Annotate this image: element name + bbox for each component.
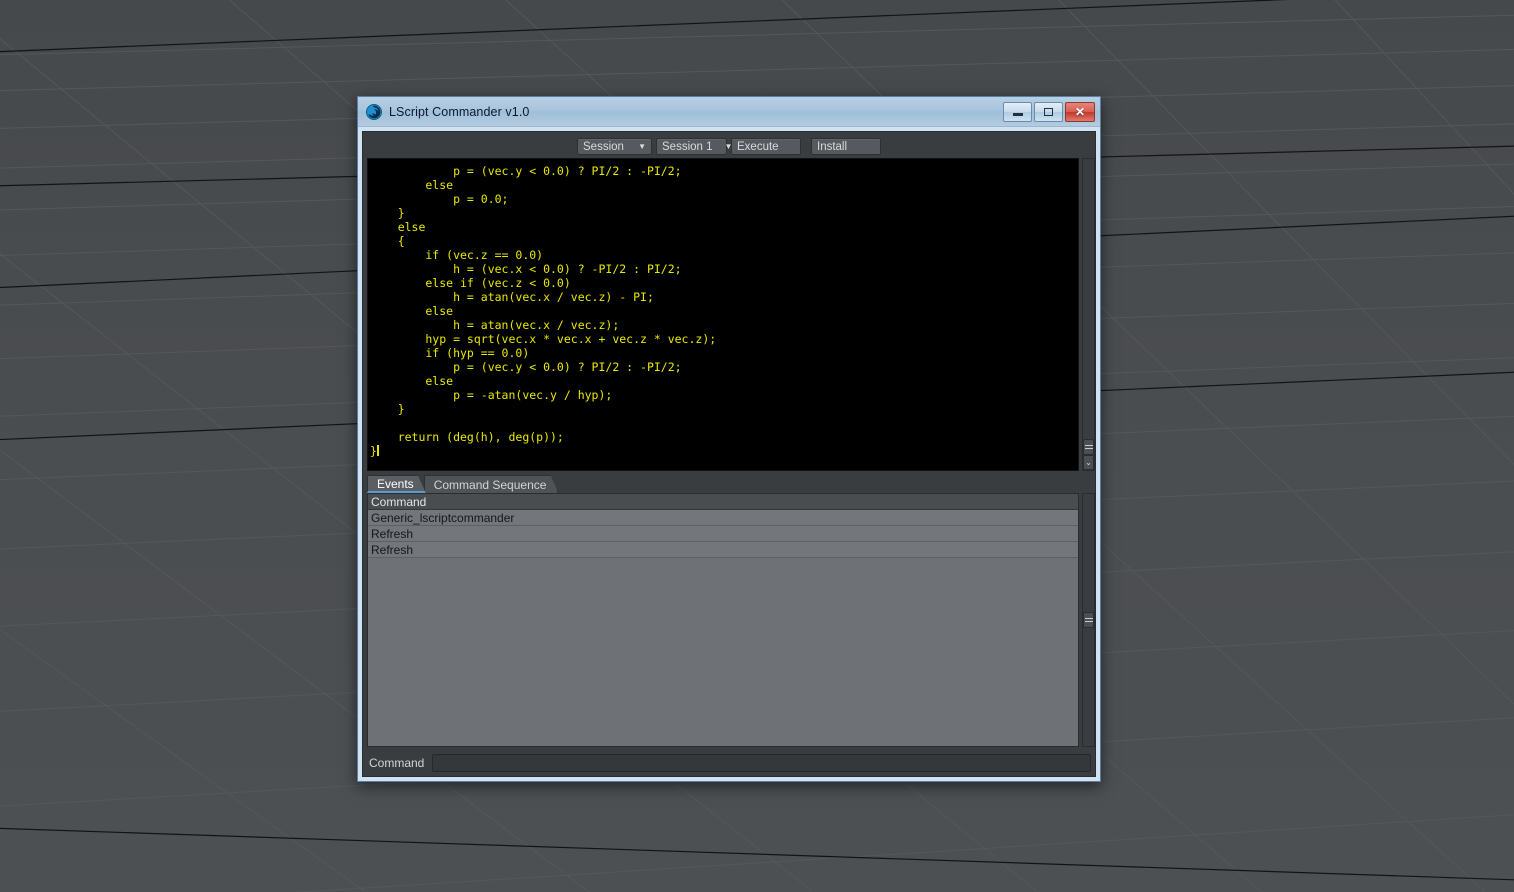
command-bar: Command bbox=[363, 750, 1095, 776]
command-input[interactable] bbox=[432, 754, 1091, 772]
window-client-area: Session ▼ Session 1 ▼ Execute Install p … bbox=[362, 131, 1096, 777]
code-scrollbar-track[interactable] bbox=[1083, 159, 1094, 455]
cell-command: Generic_lscriptcommander bbox=[371, 510, 515, 525]
grip-line-1 bbox=[1084, 445, 1093, 446]
column-header-command: Command bbox=[371, 494, 427, 509]
code-scrollbar-thumb[interactable] bbox=[1083, 439, 1094, 455]
chevron-down-icon-3: ⌄ bbox=[1085, 457, 1092, 467]
window-title: LScript Commander v1.0 bbox=[389, 104, 530, 119]
execute-button[interactable]: Execute bbox=[731, 138, 801, 155]
tab-events-label: Events bbox=[377, 476, 414, 491]
window-controls: ✕ bbox=[1003, 101, 1097, 122]
code-text: p = (vec.y < 0.0) ? PI/2 : -PI/2; else p… bbox=[370, 164, 717, 458]
cell-command: Refresh bbox=[371, 542, 414, 557]
cell-command: Refresh bbox=[371, 526, 414, 541]
grip-line-2 bbox=[1084, 621, 1093, 622]
session-type-value: Session bbox=[583, 140, 624, 153]
install-button[interactable]: Install bbox=[811, 138, 881, 155]
events-scrollbar-track[interactable] bbox=[1083, 494, 1094, 746]
code-scroll-down-button[interactable]: ⌄ bbox=[1083, 455, 1094, 470]
events-scrollbar-thumb[interactable] bbox=[1083, 612, 1094, 628]
code-editor-region: p = (vec.y < 0.0) ? PI/2 : -PI/2; else p… bbox=[363, 158, 1095, 471]
install-label: Install bbox=[817, 140, 848, 153]
grip-line-1 bbox=[1084, 618, 1093, 619]
events-list[interactable]: Command Generic_lscriptcommander Refresh… bbox=[367, 493, 1079, 747]
chevron-down-icon: ▼ bbox=[638, 141, 646, 151]
minimize-button[interactable] bbox=[1003, 101, 1032, 122]
grip-line-2 bbox=[1084, 448, 1093, 449]
list-empty-area bbox=[368, 558, 1078, 746]
maximize-button[interactable] bbox=[1034, 101, 1063, 122]
events-list-region: Command Generic_lscriptcommander Refresh… bbox=[367, 493, 1095, 747]
table-row[interactable]: Generic_lscriptcommander bbox=[368, 510, 1078, 526]
toolbar: Session ▼ Session 1 ▼ Execute Install bbox=[363, 132, 1095, 158]
tab-command-sequence[interactable]: Command Sequence bbox=[424, 475, 559, 493]
lscript-commander-window[interactable]: LScript Commander v1.0 ✕ Session ▼ Sessi… bbox=[357, 96, 1101, 782]
list-column-header: Command bbox=[368, 494, 1078, 510]
close-button[interactable]: ✕ bbox=[1065, 101, 1095, 122]
chevron-down-icon-2: ▼ bbox=[724, 141, 733, 151]
code-vertical-scrollbar[interactable]: ⌄ bbox=[1082, 158, 1095, 471]
close-icon: ✕ bbox=[1074, 104, 1086, 119]
session-number-value: Session 1 bbox=[662, 140, 713, 153]
tab-command-sequence-label: Command Sequence bbox=[433, 477, 547, 492]
text-cursor bbox=[376, 445, 379, 456]
table-row[interactable]: Refresh bbox=[368, 526, 1078, 542]
command-label: Command bbox=[369, 756, 425, 770]
minimize-icon bbox=[1012, 113, 1023, 116]
maximize-icon bbox=[1044, 107, 1053, 116]
table-row[interactable]: Refresh bbox=[368, 542, 1078, 558]
events-vertical-scrollbar[interactable] bbox=[1082, 493, 1095, 747]
session-type-dropdown[interactable]: Session ▼ bbox=[577, 138, 652, 155]
tab-bar: Events Command Sequence bbox=[363, 474, 1095, 493]
lightwave-spiral-icon bbox=[366, 103, 382, 120]
session-number-dropdown[interactable]: Session 1 ▼ bbox=[656, 138, 732, 155]
execute-label: Execute bbox=[737, 140, 779, 153]
tab-events[interactable]: Events bbox=[367, 475, 426, 493]
window-titlebar[interactable]: LScript Commander v1.0 ✕ bbox=[358, 97, 1100, 127]
code-editor[interactable]: p = (vec.y < 0.0) ? PI/2 : -PI/2; else p… bbox=[367, 158, 1079, 471]
